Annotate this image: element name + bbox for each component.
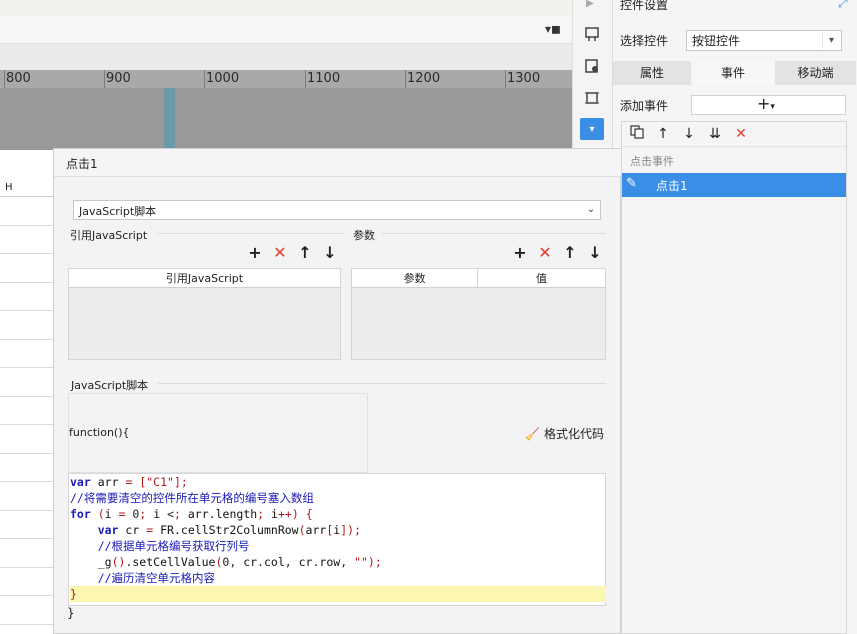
canvas-guide-bar[interactable]	[164, 88, 175, 150]
widget-select-value: 按钮控件	[692, 34, 741, 48]
format-code-label: 格式化代码	[544, 427, 605, 441]
param-table-header-value: 值	[478, 269, 605, 288]
broom-icon: 🧹	[525, 426, 540, 441]
function-signature: function(){	[69, 426, 130, 439]
add-event-label: 添加事件	[620, 99, 669, 113]
function-closing-brace: }	[67, 606, 75, 620]
designer-toolbar	[0, 16, 572, 44]
move-down-icon[interactable]: ↓	[680, 125, 698, 143]
designer-gap	[0, 44, 572, 70]
tab-mobile[interactable]: 移动端	[775, 61, 856, 85]
section-divider	[157, 233, 345, 234]
ruler-label-1100: 1100	[307, 71, 341, 86]
chevron-down-icon[interactable]: ⌄	[582, 201, 600, 219]
widget-settings-icon[interactable]	[582, 56, 602, 76]
top-strip	[0, 0, 572, 16]
dialog-titlebar	[54, 149, 621, 177]
delete-param-button[interactable]: ✕	[536, 244, 554, 262]
layout-icon[interactable]	[582, 24, 602, 44]
move-bottom-icon[interactable]: ⇊	[706, 125, 724, 143]
event-item-label: 点击1	[656, 179, 688, 193]
ref-js-table-header: 引用JavaScript	[69, 269, 340, 288]
code-line: var arr = ["C1"];	[70, 475, 188, 489]
param-table-header-name: 参数	[352, 269, 478, 288]
event-group-label: 点击事件	[630, 155, 674, 168]
copy-icon[interactable]	[628, 125, 646, 143]
column-header-h[interactable]: H	[0, 178, 53, 197]
rail-collapse-icon[interactable]: ▶	[586, 0, 594, 9]
select-widget-label: 选择控件	[620, 34, 669, 48]
event-type-value: JavaScript脚本	[79, 205, 157, 218]
code-line: //遍历清空单元格内容	[70, 571, 216, 585]
tab-events[interactable]: 事件	[692, 61, 774, 85]
ruler-label-800: 800	[6, 71, 31, 86]
section-divider	[158, 383, 606, 384]
add-param-button[interactable]: +	[511, 244, 529, 262]
delete-event-icon[interactable]: ✕	[732, 125, 750, 143]
code-line-highlighted: }	[70, 586, 606, 602]
ruler-label-1300: 1300	[507, 71, 541, 86]
param-move-down-button[interactable]: ↓	[586, 244, 604, 262]
spreadsheet-column[interactable]	[0, 150, 54, 634]
delete-ref-button[interactable]: ✕	[271, 244, 289, 262]
edit-pencil-icon: ✎	[626, 176, 637, 191]
move-up-icon[interactable]: ↑	[654, 125, 672, 143]
panel-title: 控件设置	[620, 0, 669, 12]
script-section-label: JavaScript脚本	[71, 379, 149, 392]
toolbar-dropdown-icon[interactable]: ▾◼	[545, 22, 561, 38]
ref-move-down-button[interactable]: ↓	[321, 244, 339, 262]
event-list-box	[621, 121, 847, 634]
ruler-label-1200: 1200	[407, 71, 441, 86]
add-event-button-label: +	[757, 94, 771, 113]
code-line: //将需要清空的控件所在单元格的编号塞入数组	[70, 491, 314, 505]
dialog-title: 点击1	[66, 157, 98, 171]
param-section-label: 参数	[353, 229, 375, 242]
ruler-label-1000: 1000	[206, 71, 240, 86]
event-panel-icon[interactable]: ▾	[580, 118, 604, 140]
frame-icon[interactable]	[582, 88, 602, 108]
ref-js-section-label: 引用JavaScript	[70, 229, 148, 242]
param-move-up-button[interactable]: ↑	[561, 244, 579, 262]
code-line: //根据单元格编号获取行列号	[70, 539, 250, 553]
tab-properties[interactable]: 属性	[613, 61, 691, 85]
format-code-button[interactable]: 🧹 格式化代码	[525, 425, 604, 442]
horizontal-ruler: 800 900 1000 1100 1200 1300	[0, 70, 572, 88]
add-ref-button[interactable]: +	[246, 244, 264, 262]
expand-icon[interactable]: ⤢	[838, 0, 848, 11]
ref-move-up-button[interactable]: ↑	[296, 244, 314, 262]
add-event-plus-icon[interactable]: +▾	[757, 95, 775, 116]
section-divider	[382, 233, 606, 234]
chevron-down-icon[interactable]: ▾	[822, 32, 840, 49]
code-line: for (i = 0; i <; arr.length; i++) {	[70, 507, 313, 521]
code-editor[interactable]: var arr = ["C1"]; //将需要清空的控件所在单元格的编号塞入数组…	[68, 473, 606, 606]
code-line: _g().setCellValue(0, cr.col, cr.row, "")…	[97, 555, 382, 569]
ruler-label-900: 900	[106, 71, 131, 86]
design-canvas[interactable]	[0, 88, 572, 150]
code-line: var cr = FR.cellStr2ColumnRow(arr[i]);	[97, 523, 361, 537]
